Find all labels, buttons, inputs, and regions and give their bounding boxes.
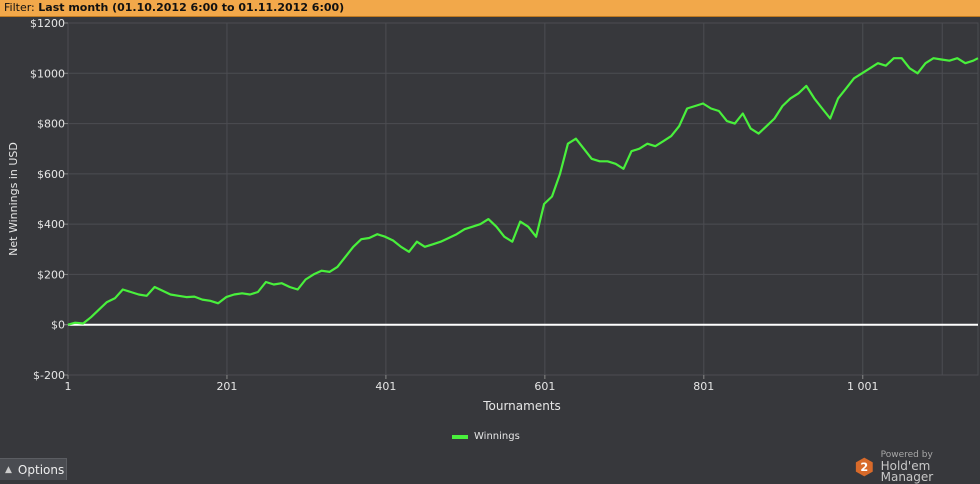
y-axis-title: Net Winnings in USD: [7, 142, 20, 256]
filter-value: Last month (01.10.2012 6:00 to 01.11.201…: [38, 1, 345, 14]
options-button[interactable]: ▲ Options: [0, 458, 67, 480]
x-tick-label: 401: [375, 380, 396, 393]
y-tick-label: $600: [37, 168, 65, 181]
y-tick-label: $1200: [30, 17, 65, 30]
winnings-chart: 1 201 401 601 801 1 001 $-200 $0 $200 $400 $600 $80…: [7, 17, 979, 413]
x-tick-label: 1 001: [847, 380, 879, 393]
x-tick-label: 1: [65, 380, 72, 393]
chart-legend: Winnings: [452, 431, 520, 442]
filter-label: Filter:: [4, 1, 35, 14]
x-tick-label: 801: [693, 380, 714, 393]
logo-glyph: 2: [860, 461, 868, 474]
y-tick-label: $200: [37, 268, 65, 281]
y-tick-label: $800: [37, 118, 65, 131]
x-axis-title: Tournaments: [482, 399, 561, 413]
x-tick-label: 601: [534, 380, 555, 393]
holdem-manager-logo-icon: 2: [855, 457, 873, 476]
plot-area: [67, 22, 979, 376]
branding: 2 Powered by Hold'em Manager: [854, 450, 980, 483]
options-label: Options: [17, 462, 65, 477]
legend-swatch-winnings: [452, 434, 468, 439]
caret-up-icon: ▲: [5, 464, 12, 475]
y-tick-label: $-200: [33, 369, 65, 382]
filter-bar[interactable]: Filter: Last month (01.10.2012 6:00 to 0…: [0, 0, 980, 17]
legend-label-winnings: Winnings: [474, 431, 520, 442]
y-tick-label: $0: [51, 319, 65, 332]
x-tick-label: 201: [216, 380, 237, 393]
y-tick-label: $1000: [30, 67, 65, 80]
y-tick-label: $400: [37, 218, 65, 231]
